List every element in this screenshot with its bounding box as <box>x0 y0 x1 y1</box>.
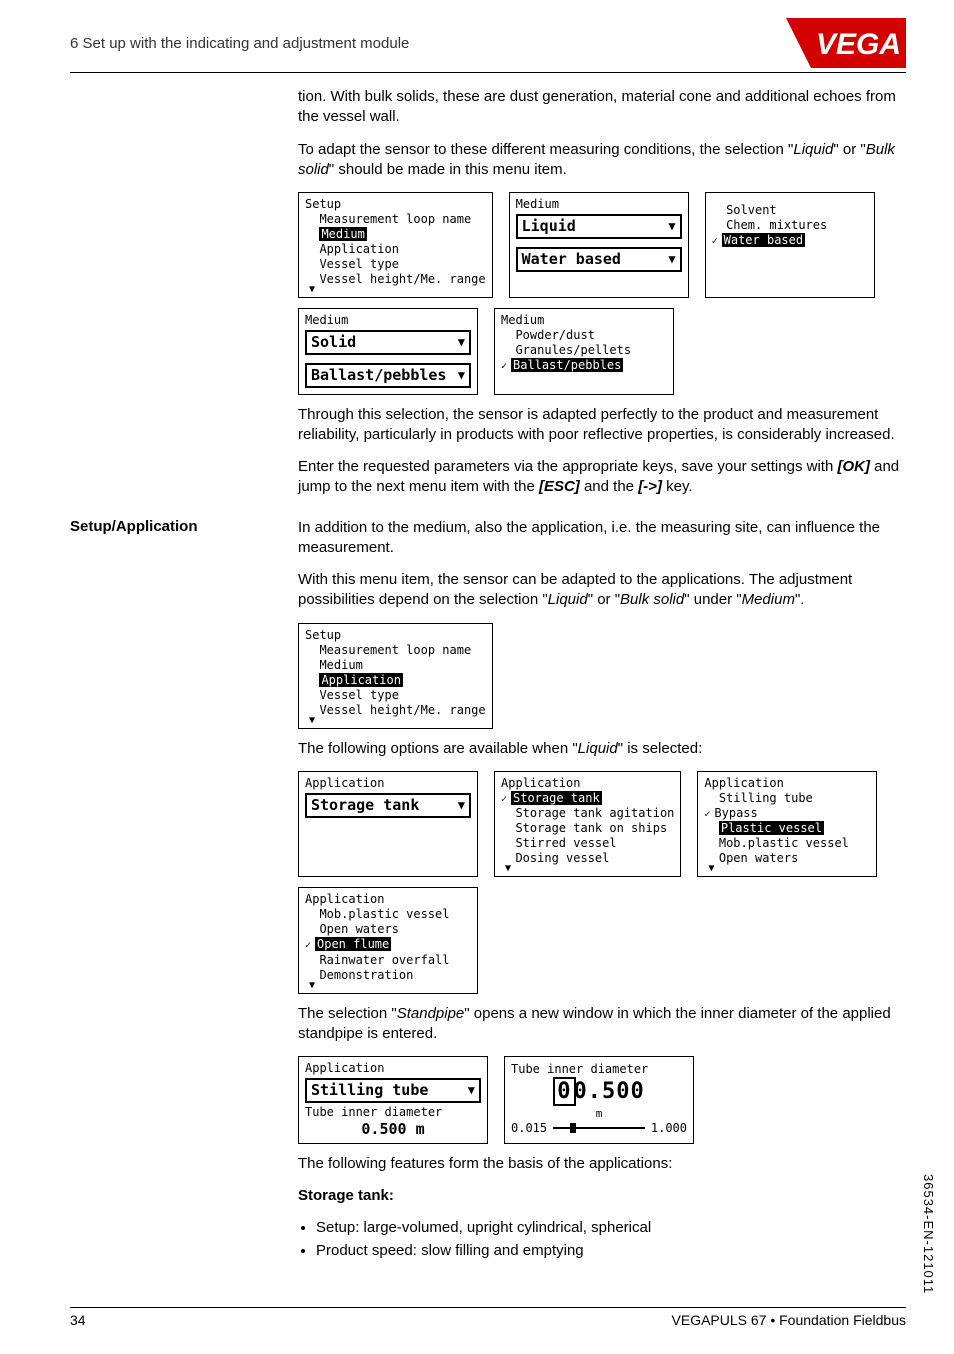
body-text: The following features form the basis of… <box>298 1154 906 1174</box>
page-number: 34 <box>70 1312 86 1328</box>
sidebar-setup-application: Setup/Application <box>70 518 270 1263</box>
doc-id-vertical: 36534-EN-121011 <box>921 1174 936 1294</box>
body-text: tion. With bulk solids, these are dust g… <box>298 87 906 128</box>
lcd-setup-2: Setup Measurement loop name Medium Appli… <box>298 623 493 729</box>
lcd-app-list-1: Application ✓Storage tank Storage tank a… <box>494 771 681 878</box>
lcd-app-storage: Application Storage tank▼ <box>298 771 478 878</box>
body-text: In addition to the medium, also the appl… <box>298 518 906 559</box>
lcd-medium-solid: Medium Solid▼ Ballast/pebbles▼ <box>298 308 478 395</box>
body-text: With this menu item, the sensor can be a… <box>298 570 906 611</box>
section-header: 6 Set up with the indicating and adjustm… <box>70 35 409 52</box>
lcd-app-list-3: Application Mob.plastic vessel Open wate… <box>298 887 478 994</box>
body-text: The following options are available when… <box>298 739 906 759</box>
lcd-setup: Setup Measurement loop name Medium Appli… <box>298 192 493 298</box>
body-text: The selection "Standpipe" opens a new wi… <box>298 1004 906 1045</box>
body-text: Through this selection, the sensor is ad… <box>298 405 906 446</box>
svg-text:VEGA: VEGA <box>816 28 901 61</box>
footer-doc-title: VEGAPULS 67 • Foundation Fieldbus <box>672 1312 906 1328</box>
lcd-app-list-2: Application Stilling tube ✓Bypass Plasti… <box>697 771 877 878</box>
lcd-medium-liquid: Medium Liquid▼ Water based▼ <box>509 192 689 298</box>
lcd-solid-list: Medium Powder/dust Granules/pellets ✓Bal… <box>494 308 674 395</box>
storage-tank-heading: Storage tank: <box>298 1186 906 1206</box>
vega-logo: VEGA <box>786 18 906 68</box>
body-text: Enter the requested parameters via the a… <box>298 457 906 498</box>
lcd-solvent-list: Solvent Chem. mixtures ✓Water based <box>705 192 875 298</box>
lcd-stilling-tube: Application Stilling tube▼ Tube inner di… <box>298 1056 488 1144</box>
lcd-tube-diameter: Tube inner diameter 00.500 m 0.015 1.000 <box>504 1056 694 1144</box>
body-text: To adapt the sensor to these different m… <box>298 140 906 181</box>
storage-tank-bullets: Setup: large-volumed, upright cylindrica… <box>316 1218 906 1261</box>
